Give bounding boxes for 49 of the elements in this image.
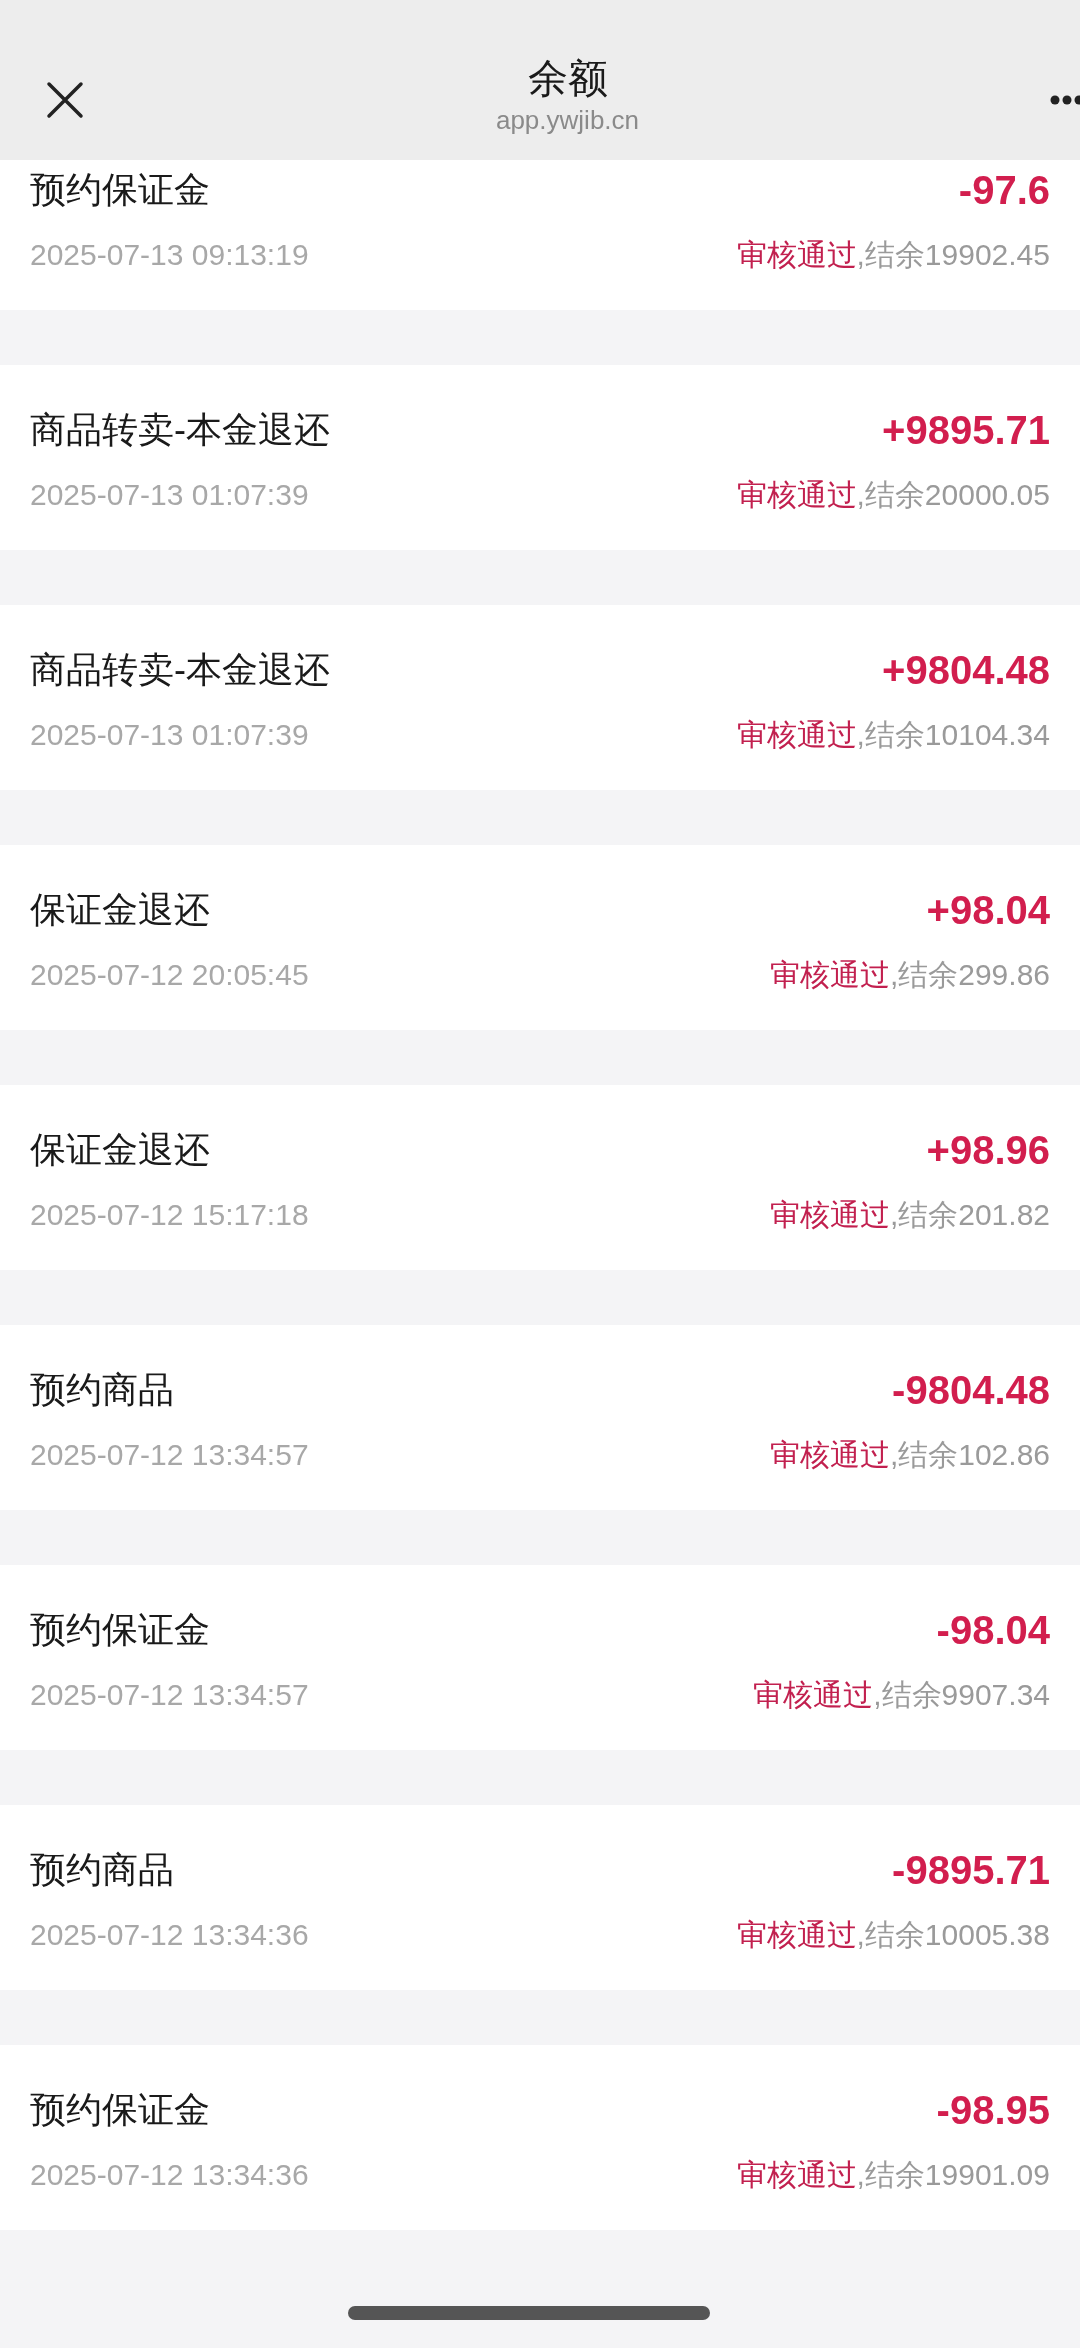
record-title: 预约商品 bbox=[30, 1368, 175, 1412]
record-title: 预约商品 bbox=[30, 1848, 175, 1892]
record-title: 保证金退还 bbox=[30, 888, 211, 932]
record-time: 2025-07-13 01:07:39 bbox=[30, 477, 310, 513]
record-amount: +9804.48 bbox=[881, 647, 1050, 694]
balance-text: ,结余201.82 bbox=[889, 1198, 1050, 1231]
record-amount: +98.96 bbox=[925, 1127, 1050, 1174]
record-time: 2025-07-12 13:34:57 bbox=[30, 1677, 310, 1713]
status-text: 审核通过 bbox=[736, 2158, 857, 2191]
record-amount: +98.04 bbox=[925, 887, 1050, 934]
record-time: 2025-07-12 20:05:45 bbox=[30, 957, 310, 993]
record-time: 2025-07-12 13:34:36 bbox=[30, 1917, 310, 1953]
record-time: 2025-07-12 15:17:18 bbox=[30, 1197, 310, 1233]
balance-text: ,结余20000.05 bbox=[856, 478, 1050, 511]
status-text: 审核通过 bbox=[736, 1918, 857, 1951]
status-text: 审核通过 bbox=[769, 1438, 890, 1471]
record-time: 2025-07-13 01:07:39 bbox=[30, 717, 310, 753]
record-amount: -9804.48 bbox=[891, 1367, 1050, 1414]
balance-text: ,结余19901.09 bbox=[856, 2158, 1050, 2191]
balance-text: ,结余9907.34 bbox=[873, 1678, 1050, 1711]
record-title: 预约保证金 bbox=[30, 168, 211, 212]
balance-text: ,结余10104.34 bbox=[856, 718, 1050, 751]
record-amount: -9895.71 bbox=[891, 1847, 1050, 1894]
close-button[interactable] bbox=[45, 80, 85, 120]
status-text: 审核通过 bbox=[736, 718, 857, 751]
record-amount: +9895.71 bbox=[881, 407, 1050, 454]
record-amount: -97.6 bbox=[957, 167, 1050, 214]
record-time: 2025-07-12 13:34:57 bbox=[30, 1437, 310, 1473]
status-text: 审核通过 bbox=[753, 1678, 874, 1711]
record-amount: -98.95 bbox=[935, 2087, 1050, 2134]
more-button[interactable] bbox=[1050, 95, 1080, 105]
balance-text: ,结余10005.38 bbox=[856, 1918, 1050, 1951]
record-time: 2025-07-12 13:34:36 bbox=[30, 2157, 310, 2193]
balance-text: ,结余102.86 bbox=[889, 1438, 1050, 1471]
status-text: 审核通过 bbox=[769, 958, 890, 991]
record-title: 保证金退还 bbox=[30, 1128, 211, 1172]
status-text: 审核通过 bbox=[736, 238, 857, 271]
balance-text: ,结余299.86 bbox=[889, 958, 1050, 991]
record-amount: -98.04 bbox=[935, 1607, 1050, 1654]
site-address: app.ywjib.cn bbox=[495, 104, 640, 137]
record-title: 商品转卖-本金退还 bbox=[30, 648, 331, 692]
record-time: 2025-07-13 09:13:19 bbox=[30, 237, 310, 273]
status-text: 审核通过 bbox=[769, 1198, 890, 1231]
status-text: 审核通过 bbox=[736, 478, 857, 511]
balance-text: ,结余19902.45 bbox=[856, 238, 1050, 271]
record-title: 预约保证金 bbox=[30, 1608, 211, 1652]
record-title: 预约保证金 bbox=[30, 2088, 211, 2132]
page-title: 余额 bbox=[527, 55, 608, 102]
record-title: 商品转卖-本金退还 bbox=[30, 408, 331, 452]
